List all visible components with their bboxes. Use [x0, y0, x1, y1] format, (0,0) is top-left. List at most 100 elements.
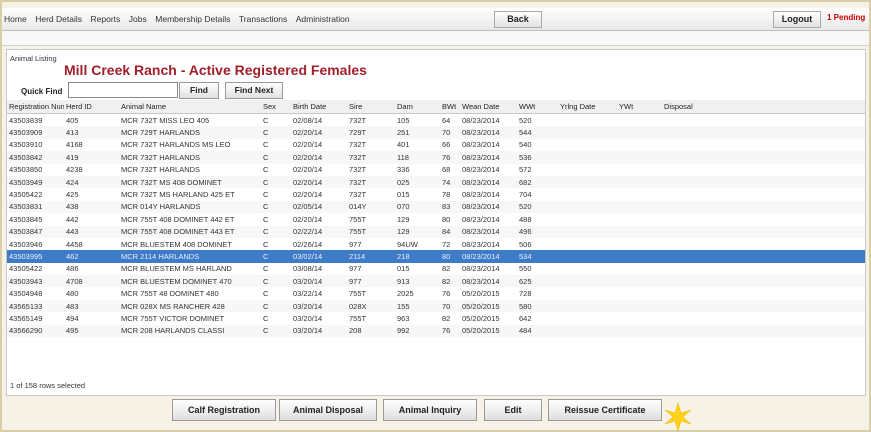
table-cell: 682 [517, 175, 558, 189]
table-cell: 992 [395, 324, 440, 338]
table-cell: 43503845 [9, 214, 43, 224]
back-button[interactable]: Back [494, 11, 542, 28]
table-cell: C [263, 239, 269, 249]
table-cell [662, 151, 865, 164]
table-row[interactable]: 43503845 442 MCR 755T 408 DOMINET 442 ET C 0… [7, 213, 865, 225]
column-header[interactable]: Wean Date [460, 100, 517, 114]
table-cell: 05/20/2015 [462, 289, 500, 299]
column-header[interactable]: Yrlng Date [558, 100, 617, 114]
table-cell: 251 [395, 126, 440, 139]
table-cell: MCR 732T MS HARLAND 425 ET [121, 190, 235, 200]
column-header[interactable]: Birth Date [291, 100, 347, 114]
reissue-certificate-button[interactable]: Reissue Certificate [548, 399, 662, 421]
quick-find-input[interactable] [68, 82, 178, 98]
table-cell: 43505422 [9, 264, 43, 274]
table-cell: 08/23/2014 [460, 200, 517, 214]
table-cell: MCR 732T MS 408 DOMINET [119, 175, 261, 189]
table-cell: 015 [397, 264, 410, 274]
table-cell: 08/23/2014 [460, 250, 517, 263]
table-row[interactable]: 43503847 443 MCR 755T 408 DOMINET 443 ET C 0… [7, 225, 865, 238]
table-cell: 534 [517, 250, 558, 263]
table-cell: 732T [347, 175, 395, 189]
table-cell [662, 126, 865, 139]
table-cell: C [263, 313, 269, 323]
table-cell [558, 263, 617, 275]
table-cell: 02/20/14 [291, 175, 347, 189]
edit-button[interactable]: Edit [484, 399, 542, 421]
table-cell: 625 [517, 275, 558, 288]
menu-item-transactions[interactable]: Transactions [239, 14, 287, 24]
table-cell [617, 312, 662, 324]
breadcrumb: Animal Listing [10, 54, 57, 63]
menu-item-jobs[interactable]: Jobs [129, 14, 147, 24]
table-cell: 755T [349, 289, 367, 299]
page-title: Mill Creek Ranch - Active Registered Fem… [64, 62, 367, 78]
table-cell: 977 [347, 275, 395, 288]
table-cell [662, 250, 865, 263]
table-row[interactable]: 43503850 4238 MCR 732T HARLANDS C 02/20/14 73… [7, 164, 865, 176]
column-header[interactable]: Sire [347, 100, 395, 114]
table-cell: 76 [442, 289, 451, 299]
column-header[interactable]: Sex [261, 100, 291, 114]
find-button[interactable]: Find [179, 82, 219, 99]
table-row[interactable]: 43504948 480 MCR 755T 48 DOMINET 480 C 03/22… [7, 287, 865, 299]
table-row[interactable]: 43565149 494 MCR 755T VICTOR DOMINET C 03/20… [7, 312, 865, 324]
column-header[interactable]: Disposal [662, 100, 865, 114]
table-row[interactable]: 43565133 483 MCR 028X MS RANCHER 428 C 03/20… [7, 299, 865, 313]
pending-badge[interactable]: 1 Pending [827, 13, 865, 22]
table-cell [558, 299, 617, 313]
table-cell [617, 225, 662, 238]
table-cell [617, 324, 662, 338]
table-cell: C [263, 115, 269, 125]
table-row[interactable]: 43503831 438 MCR 014Y HARLANDS C 02/05/14 014… [7, 200, 865, 214]
menu-item-administration[interactable]: Administration [296, 14, 350, 24]
table-row[interactable]: 43503839 405 MCR 732T MISS LEO 405 C 02/08/1… [7, 114, 865, 127]
logout-button[interactable]: Logout [773, 11, 821, 28]
table-row[interactable]: 43503842 419 MCR 732T HARLANDS C 02/20/14 732… [7, 151, 865, 164]
menu-item-herd-details[interactable]: Herd Details [35, 14, 82, 24]
animal-disposal-button[interactable]: Animal Disposal [279, 399, 377, 421]
table-cell: 02/20/14 [293, 214, 323, 224]
table-row[interactable]: 43503909 413 MCR 729T HARLANDS C 02/20/14 729… [7, 126, 865, 139]
find-next-button[interactable]: Find Next [225, 82, 283, 99]
table-row[interactable]: 43566290 495 MCR 208 HARLANDS CLASSI C 03/20… [7, 324, 865, 338]
table-row[interactable]: 43503949 424 MCR 732T MS 408 DOMINET C 02/20… [7, 175, 865, 189]
table-cell [662, 200, 865, 214]
table-cell: 484 [517, 324, 558, 338]
calf-registration-button[interactable]: Calf Registration [172, 399, 276, 421]
table-row[interactable]: 43503943 4708 MCR BLUESTEM DOMINET 470 C 03/… [7, 275, 865, 288]
table-cell: 05/20/2015 [462, 313, 500, 323]
column-header[interactable]: YWt [617, 100, 662, 114]
table-body: 43503839 405 MCR 732T MISS LEO 405 C 02/08/1… [7, 114, 865, 338]
table-cell: MCR 028X MS RANCHER 428 [119, 299, 261, 313]
column-header[interactable]: Registration Num [7, 100, 64, 114]
menu-item-home[interactable]: Home [4, 14, 27, 24]
column-header[interactable]: BWt [440, 100, 460, 114]
table-row-selected[interactable]: 43503995 462 MCR 2114 HARLANDS C 03/02/14 211… [7, 250, 865, 263]
top-nav-bar: Home Herd Details Reports Jobs Membershi… [2, 8, 869, 31]
table-cell: C [263, 264, 269, 274]
table-cell: 03/20/14 [291, 299, 347, 313]
table-cell [662, 299, 865, 313]
table-row[interactable]: 43503946 4458 MCR BLUESTEM 408 DOMINET C 02/… [7, 238, 865, 250]
column-header[interactable]: Herd ID [64, 100, 119, 114]
menu-item-membership-details[interactable]: Membership Details [155, 14, 230, 24]
table-cell [558, 175, 617, 189]
animal-inquiry-button[interactable]: Animal Inquiry [383, 399, 477, 421]
table-cell: 544 [517, 126, 558, 139]
table-row[interactable]: 43505422 486 MCR BLUESTEM MS HARLAND C 03/08… [7, 263, 865, 275]
table-cell: 43503850 [9, 165, 43, 175]
table-row[interactable]: 43503910 4168 MCR 732T HARLANDS MS LEO C 02/… [7, 139, 865, 151]
menu-item-reports[interactable]: Reports [91, 14, 121, 24]
table-cell: 78 [442, 190, 451, 200]
table-row[interactable]: 43505422 425 MCR 732T MS HARLAND 425 ET C 02… [7, 188, 865, 200]
table-cell: MCR 208 HARLANDS CLASSI [119, 324, 261, 338]
column-header[interactable]: WWt [517, 100, 558, 114]
column-header[interactable]: Dam [395, 100, 440, 114]
table-cell: 028X [347, 299, 395, 313]
column-header[interactable]: Animal Name [119, 100, 261, 114]
table-cell [558, 139, 617, 151]
table-cell: 74 [440, 175, 460, 189]
app-window: Home Herd Details Reports Jobs Membershi… [0, 0, 871, 432]
table-cell: 02/08/14 [293, 115, 323, 125]
